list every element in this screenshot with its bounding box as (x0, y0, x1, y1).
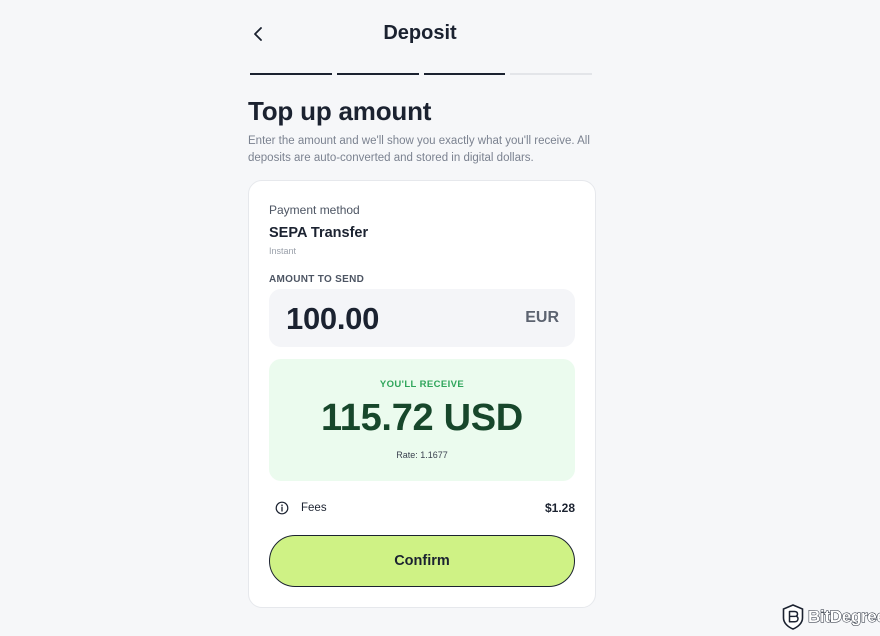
amount-input[interactable]: 100.00 EUR (269, 289, 575, 347)
bitdegree-logo-icon (782, 604, 804, 630)
header-title: Deposit (383, 22, 457, 44)
receive-label: YOU'LL RECEIVE (379, 379, 465, 390)
fees-row: Fees $1.28 (275, 499, 575, 517)
deposit-card: Payment method SEPA Transfer Instant AMO… (248, 180, 596, 608)
progress-step-2 (336, 73, 419, 75)
payment-method-label: Payment method (269, 203, 360, 217)
payment-method-speed: Instant (269, 246, 297, 256)
fees-value: $1.28 (544, 501, 575, 515)
progress-step-4 (510, 73, 592, 75)
progress-step-3 (423, 73, 506, 75)
bitdegree-watermark: BitDegree (782, 603, 880, 631)
receive-value: 115.72 USD (321, 397, 523, 439)
payment-method-value[interactable]: SEPA Transfer (269, 225, 368, 241)
amount-value[interactable]: 100.00 (286, 301, 379, 337)
page-description: Enter the amount and we'll show you exac… (248, 135, 590, 164)
confirm-button[interactable]: Confirm (269, 535, 575, 587)
step-progress (250, 73, 592, 76)
fees-label: Fees (301, 502, 327, 514)
header: Deposit (248, 18, 592, 52)
amount-currency: EUR (525, 309, 559, 326)
progress-step-1 (250, 73, 332, 75)
info-icon[interactable] (275, 501, 289, 515)
exchange-rate: Rate: 1.1677 (396, 450, 448, 460)
page-title: Top up amount (248, 96, 432, 126)
amount-label: AMOUNT TO SEND (269, 274, 365, 285)
receive-panel: YOU'LL RECEIVE 115.72 USD Rate: 1.1677 (269, 359, 575, 481)
watermark-text: BitDegree (808, 607, 880, 627)
